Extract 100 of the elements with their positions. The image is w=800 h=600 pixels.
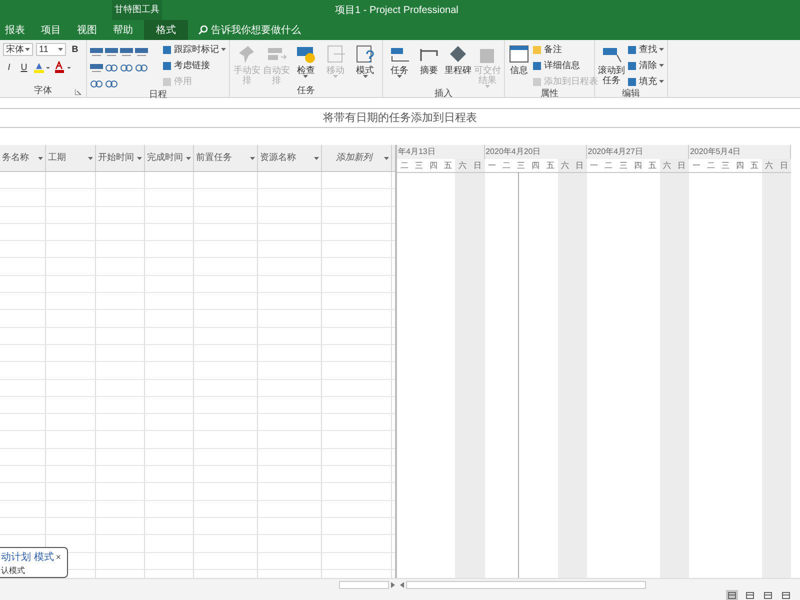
ribbon-tab[interactable]: 视图 xyxy=(72,20,102,40)
date-header: 年4月13日 xyxy=(397,146,436,158)
group-label: 日程 xyxy=(149,88,167,102)
group-label: 插入 xyxy=(434,87,452,100)
link-icon[interactable] xyxy=(135,63,148,73)
date-header: 2020年4月20日 xyxy=(484,146,541,158)
ribbon-button[interactable]: 详细信息 xyxy=(532,59,598,72)
caret-icon xyxy=(397,75,402,78)
progress-bar-icon[interactable] xyxy=(120,47,133,57)
column-header[interactable]: 前置任务 xyxy=(194,145,258,171)
ribbon-button[interactable]: 跟踪时标记 xyxy=(162,43,226,56)
caret-icon xyxy=(137,156,142,160)
font-color-icon[interactable] xyxy=(54,61,72,74)
ribbon-button[interactable]: 里程碑 xyxy=(444,43,472,75)
column-header[interactable]: 工期 xyxy=(46,145,96,171)
dialog-launcher-icon[interactable] xyxy=(75,89,81,95)
link-icon[interactable] xyxy=(105,63,118,73)
ribbon-button[interactable]: 填充 xyxy=(627,75,664,88)
caret-icon xyxy=(659,64,664,67)
search-field[interactable]: 告诉我你想要做什么 xyxy=(211,22,301,38)
scrollbar-thumb[interactable] xyxy=(406,580,646,588)
ribbon-button[interactable]: 考虑链接 xyxy=(162,59,226,72)
caret-icon xyxy=(25,48,30,51)
link-icon[interactable] xyxy=(105,79,118,89)
progress-bar-icon[interactable] xyxy=(90,63,103,73)
ribbon-button[interactable]: 信息 xyxy=(508,43,530,75)
progress-bar-icon[interactable] xyxy=(90,47,103,57)
ribbon-tab[interactable]: 报表 xyxy=(0,20,30,40)
column-header[interactable]: 开始时间 xyxy=(96,145,145,171)
popup-text: 认模式 xyxy=(1,565,26,577)
table-question-icon xyxy=(354,43,376,65)
day-column: 五 xyxy=(440,159,456,578)
group-label: 任务 xyxy=(297,84,315,98)
caret-icon xyxy=(38,156,43,160)
ribbon-button[interactable]: 摘要 xyxy=(415,43,442,75)
ribbon-button[interactable]: 查找 xyxy=(627,43,664,56)
ribbon-tab[interactable]: 帮助 xyxy=(108,20,138,40)
progress-bar-icon[interactable] xyxy=(105,47,118,57)
caret-icon xyxy=(484,85,490,88)
view-button[interactable] xyxy=(780,590,792,600)
font-combo-field[interactable]: 11 xyxy=(36,43,66,56)
ribbon-button[interactable]: 任务 xyxy=(386,43,414,78)
ribbon-button[interactable]: 备注 xyxy=(532,43,598,56)
context-tab-header: 甘特图工具 xyxy=(112,0,162,20)
view-icon xyxy=(764,592,772,598)
day-column: 六 xyxy=(762,159,777,578)
scroll-left-icon[interactable] xyxy=(400,582,404,588)
caret-icon xyxy=(314,156,319,160)
column-header[interactable]: 资源名称 xyxy=(258,145,322,171)
ribbon-button[interactable]: 滚动到任务 xyxy=(598,43,625,85)
caret-icon xyxy=(362,75,368,78)
date-header: 2020年4月27日 xyxy=(586,146,643,158)
close-button[interactable]: × xyxy=(56,553,61,562)
view-icon xyxy=(728,592,736,598)
ribbon-tab[interactable]: 格式 xyxy=(144,20,188,40)
caret-icon xyxy=(303,75,308,78)
window-title: 项目1 - Project Professional xyxy=(335,4,458,18)
column-header[interactable]: 添加新列 xyxy=(322,145,392,171)
format-button[interactable]: B xyxy=(69,43,81,56)
column-header[interactable]: 完成时间 xyxy=(145,145,194,171)
link-icon[interactable] xyxy=(120,63,133,73)
caret-icon xyxy=(659,48,664,51)
caret-icon xyxy=(88,156,93,160)
search-icon xyxy=(198,25,208,35)
day-column: 六 xyxy=(558,159,572,578)
ribbon-button[interactable]: 清除 xyxy=(627,59,664,72)
scrollbar-thumb[interactable] xyxy=(339,580,389,588)
date-header: 2020年5月4日 xyxy=(688,146,741,158)
font-combo-field[interactable]: 宋体 xyxy=(3,43,33,56)
table-arrow-icon xyxy=(324,43,347,65)
timeline-bar[interactable]: 将带有日期的任务添加到日程表 xyxy=(0,108,800,128)
day-column: 日 xyxy=(470,159,485,578)
ribbon-tab[interactable]: 项目 xyxy=(36,20,66,40)
ribbon-button[interactable]: 检查 xyxy=(292,43,320,78)
caret-icon xyxy=(186,156,191,160)
day-column: 一 xyxy=(484,159,500,578)
format-button[interactable]: U xyxy=(18,61,30,74)
caret-icon xyxy=(58,48,63,51)
day-column: 日 xyxy=(572,159,587,578)
ribbon-button[interactable]: 模式 xyxy=(351,43,379,78)
caret-icon xyxy=(384,156,389,160)
column-header[interactable]: 务名称 xyxy=(0,145,46,171)
link-icon[interactable] xyxy=(90,79,103,89)
day-column: 日 xyxy=(776,159,792,578)
caret-icon xyxy=(250,156,255,160)
highlighter-icon[interactable] xyxy=(33,61,51,74)
view-button[interactable] xyxy=(762,590,774,600)
popup-title: 动计划 模式 xyxy=(1,550,54,565)
scroll-right-icon[interactable] xyxy=(391,582,395,588)
format-button[interactable]: I xyxy=(3,61,15,74)
view-button[interactable] xyxy=(744,590,756,600)
caret-icon xyxy=(221,48,226,51)
caret-icon xyxy=(333,75,338,78)
group-label: 编辑 xyxy=(622,87,640,100)
view-button[interactable] xyxy=(726,590,738,600)
day-column: 日 xyxy=(674,159,689,578)
group-label: 字体 xyxy=(34,84,52,98)
caret-icon xyxy=(659,80,664,83)
progress-bar-icon[interactable] xyxy=(135,47,148,57)
view-icon xyxy=(782,592,790,598)
